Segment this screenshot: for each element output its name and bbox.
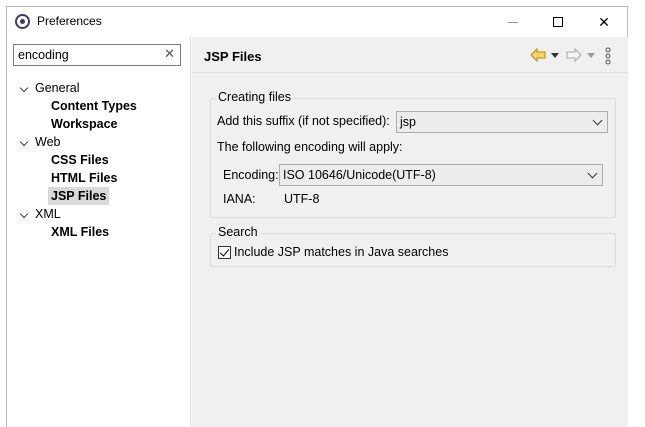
- close-icon: ✕: [598, 14, 610, 30]
- tree-item-label[interactable]: Workspace: [51, 115, 117, 133]
- chevron-down-icon[interactable]: [592, 115, 603, 126]
- suffix-select[interactable]: jsp: [396, 111, 608, 133]
- preference-page: JSP Files Creating files Add this suffix…: [192, 37, 628, 427]
- creating-files-title: Creating files: [216, 90, 293, 104]
- eclipse-app-icon: [15, 14, 30, 29]
- include-jsp-checkbox[interactable]: [218, 246, 231, 259]
- tree-item-label-selected[interactable]: JSP Files: [48, 187, 110, 205]
- window-title: Preferences: [37, 14, 102, 28]
- back-dropdown-icon[interactable]: [550, 47, 560, 63]
- filter-input[interactable]: encoding ✕: [13, 44, 181, 66]
- encoding-select[interactable]: ISO 10646/Unicode(UTF-8): [279, 164, 603, 186]
- clear-filter-icon[interactable]: ✕: [164, 46, 175, 62]
- iana-value: UTF-8: [284, 192, 320, 206]
- chevron-down-icon[interactable]: [20, 79, 30, 97]
- chevron-down-icon[interactable]: [20, 133, 30, 151]
- suffix-label: Add this suffix (if not specified):: [217, 114, 390, 128]
- page-header: JSP Files: [192, 37, 628, 73]
- chevron-down-icon[interactable]: [587, 168, 598, 179]
- tree-item-label[interactable]: XML: [35, 205, 61, 223]
- maximize-icon: [553, 17, 563, 27]
- tree-item-label[interactable]: XML Files: [51, 223, 109, 241]
- minimize-icon: [508, 22, 518, 23]
- tree-item-general[interactable]: General: [7, 79, 191, 97]
- menu-icon[interactable]: [604, 47, 612, 65]
- tree-item-label[interactable]: HTML Files: [51, 169, 117, 187]
- encoding-select-value[interactable]: ISO 10646/Unicode(UTF-8): [283, 168, 436, 182]
- tree-item-label[interactable]: Web: [35, 133, 60, 151]
- forward-dropdown-icon[interactable]: [586, 47, 596, 63]
- title-bar[interactable]: Preferences ✕: [7, 7, 627, 37]
- filter-input-value[interactable]: encoding: [18, 48, 69, 62]
- back-arrow-icon[interactable]: [530, 47, 546, 63]
- forward-arrow-icon[interactable]: [566, 47, 582, 63]
- tree-item-label[interactable]: CSS Files: [51, 151, 109, 169]
- tree-item-xml[interactable]: XML: [7, 205, 191, 223]
- page-nav-toolbar: [530, 47, 620, 65]
- encoding-note: The following encoding will apply:: [217, 140, 403, 154]
- maximize-button[interactable]: [535, 7, 581, 37]
- close-button[interactable]: ✕: [581, 7, 627, 37]
- minimize-button[interactable]: [490, 7, 536, 37]
- tree-item-label[interactable]: Content Types: [51, 97, 137, 115]
- tree-item-label[interactable]: General: [35, 79, 79, 97]
- preferences-sidebar: encoding ✕ General Content Types Workspa…: [7, 37, 191, 427]
- suffix-select-value[interactable]: jsp: [400, 115, 416, 129]
- iana-label: IANA:: [223, 192, 256, 206]
- preferences-window: Preferences ✕ encoding ✕ General Content…: [6, 6, 628, 427]
- chevron-down-icon[interactable]: [20, 205, 30, 223]
- search-group-title: Search: [216, 225, 260, 239]
- page-title: JSP Files: [204, 49, 262, 64]
- include-jsp-label[interactable]: Include JSP matches in Java searches: [234, 245, 448, 259]
- encoding-label: Encoding:: [223, 168, 279, 182]
- tree-item-web[interactable]: Web: [7, 133, 191, 151]
